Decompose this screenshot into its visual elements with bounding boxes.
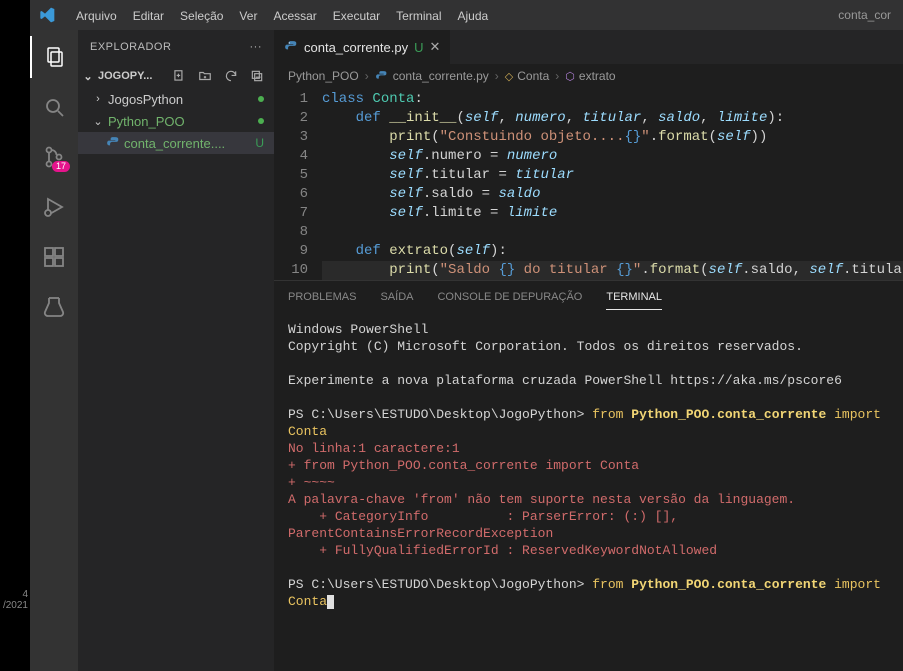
chevron-right-icon: › xyxy=(555,69,559,83)
terminal-cursor xyxy=(327,595,334,609)
activity-bar: 17 xyxy=(30,30,78,671)
explorer-icon[interactable] xyxy=(30,36,78,78)
menu-seleção[interactable]: Seleção xyxy=(172,5,231,27)
testing-icon[interactable] xyxy=(30,286,78,328)
chevron-down-icon: ⌄ xyxy=(92,115,104,128)
chevron-right-icon: › xyxy=(365,69,369,83)
chevron-right-icon: › xyxy=(92,93,104,105)
chevron-right-icon: › xyxy=(495,69,499,83)
file-label: conta_corrente.... xyxy=(124,136,225,151)
python-file-icon xyxy=(106,136,120,150)
window-title: conta_cor xyxy=(838,8,895,22)
new-folder-icon[interactable] xyxy=(198,69,212,83)
panel-tab-problemas[interactable]: PROBLEMAS xyxy=(288,285,356,309)
panel-tabs: PROBLEMAS SAÍDA CONSOLE DE DEPURAÇÃO TERMIN… xyxy=(274,281,903,313)
tab-modified-badge: U xyxy=(414,40,423,55)
breadcrumb-method[interactable]: ⬡ extrato xyxy=(565,69,615,83)
menu-terminal[interactable]: Terminal xyxy=(388,5,449,27)
refresh-icon[interactable] xyxy=(224,69,238,83)
collapse-all-icon[interactable] xyxy=(250,69,264,83)
terminal-output[interactable]: Windows PowerShellCopyright (C) Microsof… xyxy=(274,313,903,671)
sidebar-title: EXPLORADOR xyxy=(90,41,171,53)
run-debug-icon[interactable] xyxy=(30,186,78,228)
untracked-badge: U xyxy=(255,136,264,150)
editor-tabs: conta_corrente.py U ✕ xyxy=(274,30,903,64)
folder-jogospython[interactable]: › JogosPython xyxy=(78,88,274,110)
breadcrumb-file[interactable]: conta_corrente.py xyxy=(375,69,489,83)
modified-dot-icon xyxy=(258,118,264,124)
sidebar-more-icon[interactable]: ··· xyxy=(250,41,263,53)
menu-arquivo[interactable]: Arquivo xyxy=(68,5,125,27)
breadcrumbs[interactable]: Python_POO › conta_corrente.py › ◇ Conta… xyxy=(274,64,903,88)
menu-editar[interactable]: Editar xyxy=(125,5,172,27)
extensions-icon[interactable] xyxy=(30,236,78,278)
code-content[interactable]: class Conta: def __init__(self, numero, … xyxy=(322,90,903,280)
class-symbol-icon: ◇ xyxy=(505,70,513,83)
file-conta-corrente[interactable]: conta_corrente.... U xyxy=(78,132,274,154)
menu-ajuda[interactable]: Ajuda xyxy=(450,5,497,27)
menu-executar[interactable]: Executar xyxy=(325,5,388,27)
workspace-name: JOGOPY... xyxy=(98,70,152,82)
tab-conta-corrente[interactable]: conta_corrente.py U ✕ xyxy=(274,30,451,64)
titlebar: ArquivoEditarSeleçãoVerAcessarExecutarTe… xyxy=(30,0,903,30)
folder-python_poo[interactable]: ⌄ Python_POO xyxy=(78,110,274,132)
breadcrumb-folder[interactable]: Python_POO xyxy=(288,69,359,83)
modified-dot-icon xyxy=(258,96,264,102)
breadcrumb-class[interactable]: ◇ Conta xyxy=(505,69,550,83)
python-file-icon xyxy=(284,40,298,54)
search-icon[interactable] xyxy=(30,86,78,128)
panel-tab-saída[interactable]: SAÍDA xyxy=(380,285,413,309)
bottom-panel: PROBLEMAS SAÍDA CONSOLE DE DEPURAÇÃO TERMIN… xyxy=(274,280,903,671)
close-icon[interactable]: ✕ xyxy=(429,39,440,55)
source-control-icon[interactable]: 17 xyxy=(30,136,78,178)
line-number-gutter: 12345678910 xyxy=(274,90,322,280)
explorer-sidebar: EXPLORADOR ··· ⌄ JOGOPY... › JogosPython ⌄… xyxy=(78,30,274,671)
vscode-logo-icon xyxy=(38,6,56,24)
menu-acessar[interactable]: Acessar xyxy=(265,5,324,27)
workspace-header[interactable]: ⌄ JOGOPY... xyxy=(78,64,274,88)
editor-area: conta_corrente.py U ✕ Python_POO › conta… xyxy=(274,30,903,671)
menu-ver[interactable]: Ver xyxy=(231,5,265,27)
panel-tab-console-de-depuração[interactable]: CONSOLE DE DEPURAÇÃO xyxy=(437,285,582,309)
code-editor[interactable]: 12345678910 class Conta: def __init__(se… xyxy=(274,88,903,280)
new-file-icon[interactable] xyxy=(172,69,186,83)
folder-label: Python_POO xyxy=(108,114,185,129)
folder-label: JogosPython xyxy=(108,92,183,107)
scm-badge: 17 xyxy=(52,161,70,172)
python-file-icon xyxy=(375,69,389,83)
panel-tab-terminal[interactable]: TERMINAL xyxy=(606,285,662,310)
chevron-down-icon: ⌄ xyxy=(82,70,94,83)
method-symbol-icon: ⬡ xyxy=(565,70,575,83)
tab-filename: conta_corrente.py xyxy=(304,40,408,55)
os-left-strip: 4 /2021 xyxy=(0,0,30,671)
